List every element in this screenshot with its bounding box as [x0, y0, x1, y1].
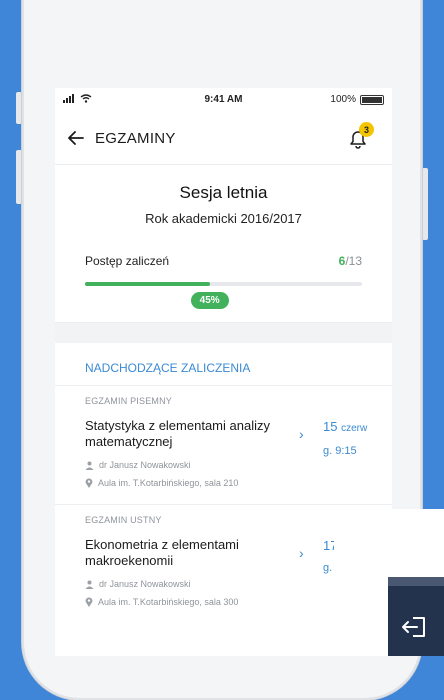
progress-block: Postęp zaliczeń 6/13 45%: [55, 226, 392, 309]
progress-bar: 45%: [85, 282, 362, 309]
progress-percent-badge: 45%: [190, 292, 229, 309]
lecturer-row: dr Janusz Nowakowski: [85, 579, 362, 589]
progress-bar-fill: [85, 282, 210, 286]
exam-time: g. 9:15: [323, 445, 357, 457]
exam-date: 15 czerw g. 9:15: [323, 416, 367, 462]
overlay-panel: [334, 509, 444, 579]
session-block: Sesja letnia Rok akademicki 2016/2017: [55, 165, 392, 226]
battery-percent: 100%: [330, 94, 356, 105]
exam-type: EGZAMIN USTNY: [85, 515, 162, 525]
chevron-right-icon[interactable]: ›: [299, 545, 304, 561]
exam-month: czerw: [341, 423, 368, 434]
location-pin-icon: [85, 478, 93, 488]
section-divider: [55, 322, 392, 343]
academic-year: Rok akademicki 2016/2017: [145, 211, 302, 226]
battery-icon: [360, 94, 384, 105]
logout-panel: [388, 577, 444, 656]
exam-room: Aula im. T.Kotarbińskiego, sala 300: [98, 597, 239, 607]
logout-panel-strip: [388, 577, 444, 586]
logout-icon[interactable]: [399, 611, 431, 643]
page-title: EGZAMINY: [95, 129, 176, 147]
person-icon: [85, 461, 94, 470]
exam-type: EGZAMIN PISEMNY: [85, 396, 173, 406]
location-row: Aula im. T.Kotarbińskiego, sala 210: [85, 478, 362, 488]
status-bar: 9:41 AM 100%: [55, 88, 392, 112]
app-header: EGZAMINY 3: [55, 112, 392, 165]
upcoming-heading: NADCHODZĄCE ZALICZENIA: [85, 361, 251, 375]
exam-room: Aula im. T.Kotarbińskiego, sala 210: [98, 478, 239, 488]
session-title: Sesja letnia: [179, 183, 268, 202]
exam-name: Statystyka z elementami analizy matematy…: [85, 418, 270, 449]
phone-power-button: [422, 168, 428, 240]
person-icon: [85, 580, 94, 589]
lecturer-name: dr Janusz Nowakowski: [99, 460, 191, 470]
lecturer-name: dr Janusz Nowakowski: [99, 579, 191, 589]
progress-total: /13: [345, 254, 362, 268]
exam-name: Ekonometria z elementami makroekenomii: [85, 537, 239, 568]
exam-day: 15: [323, 419, 338, 434]
exam-card[interactable]: EGZAMIN PISEMNY Statystyka z elementami …: [55, 385, 392, 504]
progress-label: Postęp zaliczeń: [85, 254, 170, 268]
location-row: Aula im. T.Kotarbińskiego, sala 300: [85, 597, 362, 607]
location-pin-icon: [85, 597, 93, 607]
notification-badge: 3: [359, 122, 374, 137]
battery-indicator: 100%: [330, 94, 384, 105]
chevron-right-icon[interactable]: ›: [299, 426, 304, 442]
progress-count: 6/13: [339, 254, 362, 268]
back-arrow-icon: [68, 131, 84, 145]
lecturer-row: dr Janusz Nowakowski: [85, 460, 362, 470]
back-button[interactable]: [65, 127, 87, 149]
